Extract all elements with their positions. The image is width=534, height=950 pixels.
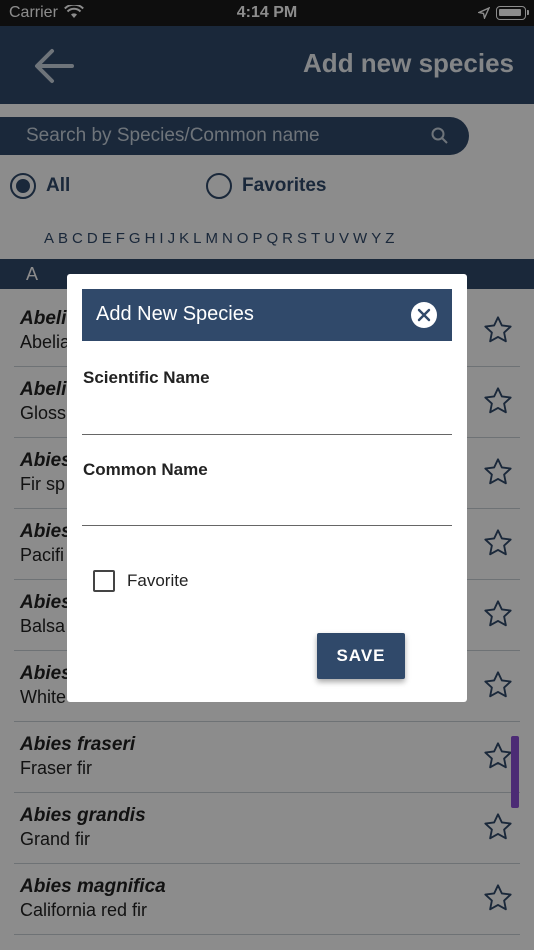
scientific-name-input[interactable] [83,402,451,430]
scientific-name-label: Scientific Name [83,368,210,387]
add-species-modal: Add New Species Scientific Name Common N… [67,274,467,702]
scientific-name-underline [82,434,452,435]
favorite-checkbox[interactable] [93,570,115,592]
common-name-label: Common Name [83,460,208,479]
close-icon[interactable] [410,301,438,329]
common-name-input[interactable] [83,494,451,522]
save-button[interactable]: SAVE [317,633,405,679]
modal-title: Add New Species [96,303,254,325]
modal-header: Add New Species [82,289,452,341]
common-name-underline [82,525,452,526]
favorite-label: Favorite [127,571,189,590]
